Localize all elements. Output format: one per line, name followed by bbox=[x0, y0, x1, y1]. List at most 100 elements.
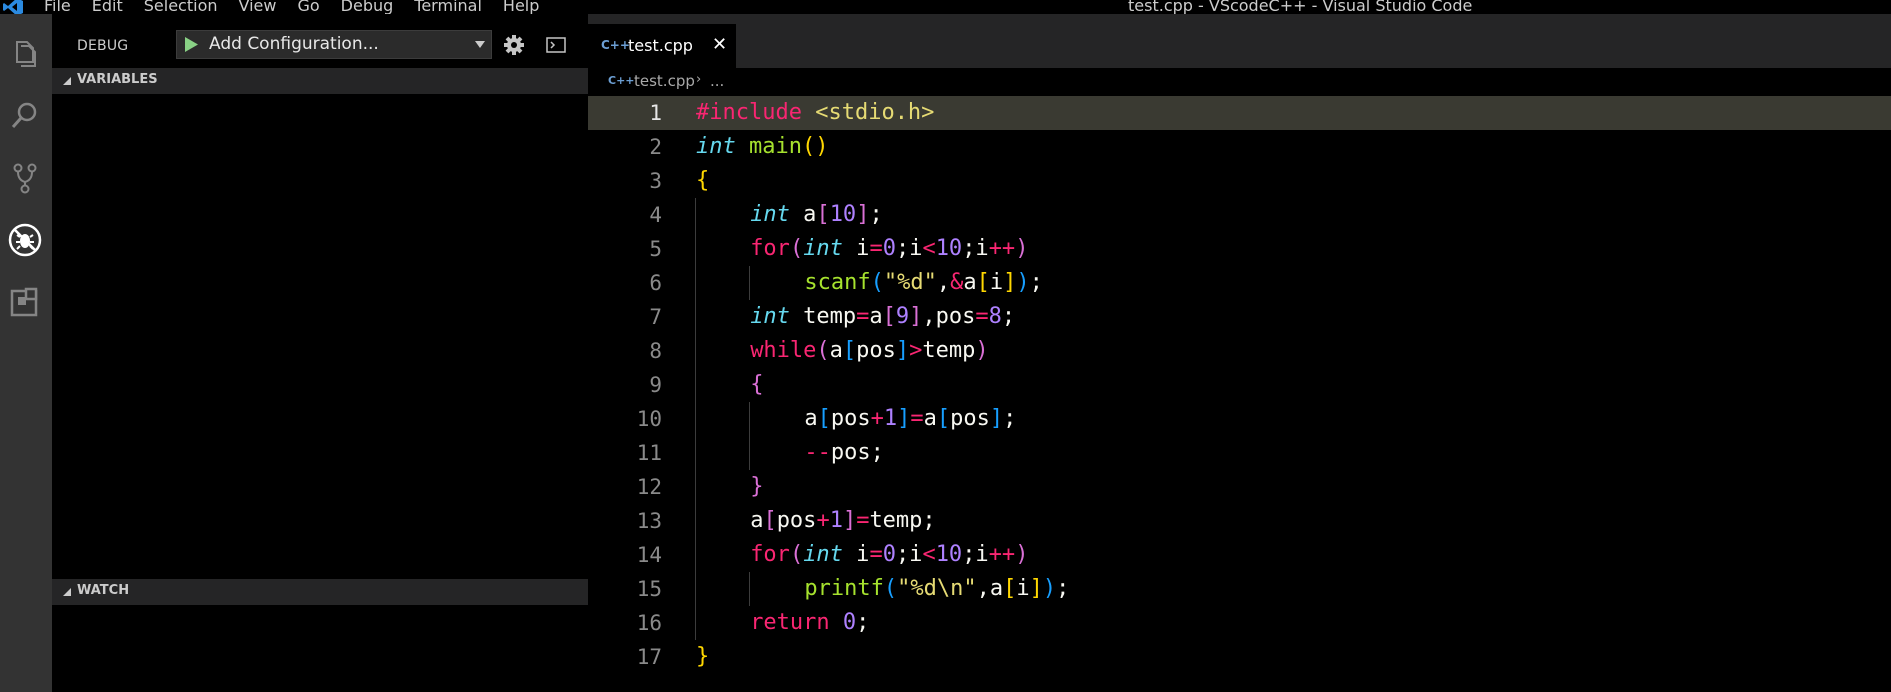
code-token: <stdio.h> bbox=[815, 100, 935, 125]
code-line[interactable]: 3{ bbox=[588, 164, 1891, 198]
menu-file[interactable]: File bbox=[44, 0, 71, 14]
code-token: pos; bbox=[830, 440, 884, 465]
code-token: [ bbox=[1003, 576, 1017, 601]
debug-sidebar: DEBUG Add Configuration... VARIABLES WAT… bbox=[52, 14, 588, 692]
code-line[interactable]: 12} bbox=[588, 470, 1891, 504]
menu-view[interactable]: View bbox=[239, 0, 277, 14]
code-token: pos bbox=[776, 508, 817, 533]
code-line[interactable]: 15 printf("%d\n",a[i]); bbox=[588, 572, 1891, 606]
variables-section-header[interactable]: VARIABLES bbox=[52, 68, 588, 94]
line-text: a[pos+1]=a[pos]; bbox=[804, 402, 1016, 436]
code-line[interactable]: 1 #include <stdio.h> bbox=[588, 96, 1891, 130]
code-token: int bbox=[803, 542, 843, 567]
code-line[interactable]: 8 while(a[pos]>temp) bbox=[588, 334, 1891, 368]
code-token: = bbox=[975, 304, 989, 329]
tab-test-cpp[interactable]: C++ test.cpp ✕ bbox=[588, 24, 736, 68]
code-token: [ bbox=[882, 304, 896, 329]
code-token: for bbox=[750, 236, 790, 261]
line-number: 1 bbox=[649, 101, 662, 125]
menu-help[interactable]: Help bbox=[503, 0, 539, 14]
code-line[interactable]: 17} bbox=[588, 640, 1891, 674]
start-debugging-icon[interactable] bbox=[183, 36, 199, 53]
code-line[interactable]: 6 scanf("%d",&a[i]); bbox=[588, 266, 1891, 300]
debug-configuration-select[interactable]: Add Configuration... bbox=[176, 30, 492, 59]
code-token: ;i bbox=[895, 236, 923, 261]
code-token: ; bbox=[1003, 406, 1017, 431]
close-icon[interactable]: ✕ bbox=[712, 34, 727, 55]
code-token: < bbox=[922, 236, 936, 261]
code-token: > bbox=[909, 338, 923, 363]
code-token: pos bbox=[950, 406, 990, 431]
code-token: + bbox=[870, 406, 884, 431]
indent-guide bbox=[749, 572, 751, 606]
code-token: -- bbox=[804, 440, 831, 465]
code-line[interactable]: 13 a[pos+1]=temp; bbox=[588, 504, 1891, 538]
line-text: int a[10]; bbox=[750, 198, 883, 232]
code-line[interactable]: 10 a[pos+1]=a[pos]; bbox=[588, 402, 1891, 436]
code-token: ;i bbox=[962, 236, 989, 261]
code-token: ] bbox=[1029, 576, 1043, 601]
code-token: ( bbox=[883, 576, 898, 601]
gear-icon[interactable] bbox=[503, 34, 525, 56]
breadcrumb-file[interactable]: test.cpp bbox=[634, 72, 695, 90]
code-token: ;i bbox=[895, 542, 923, 567]
menu-debug[interactable]: Debug bbox=[341, 0, 394, 14]
code-line[interactable]: 14 for(int i=0;i<10;i++) bbox=[588, 538, 1891, 572]
code-token: 10 bbox=[829, 202, 857, 227]
code-token: { bbox=[696, 168, 710, 193]
code-token: ++ bbox=[988, 542, 1016, 567]
line-text: a[pos+1]=temp; bbox=[750, 504, 935, 538]
source-control-icon[interactable] bbox=[7, 160, 43, 196]
code-line[interactable]: 2 int main() bbox=[588, 130, 1891, 164]
menu-terminal[interactable]: Terminal bbox=[414, 0, 482, 14]
code-token: 9 bbox=[895, 304, 910, 329]
code-token: #include bbox=[696, 100, 802, 125]
files-icon[interactable] bbox=[7, 36, 43, 72]
code-line[interactable]: 9{ bbox=[588, 368, 1891, 402]
extensions-icon[interactable] bbox=[7, 284, 43, 320]
code-token: { bbox=[750, 372, 764, 397]
code-line[interactable]: 11 --pos; bbox=[588, 436, 1891, 470]
window-title: test.cpp - VScodeC++ - Visual Studio Cod… bbox=[1128, 0, 1473, 14]
code-token: ] bbox=[856, 202, 870, 227]
indent-guide bbox=[749, 402, 751, 470]
code-token: a bbox=[750, 508, 764, 533]
code-line[interactable]: 4 int a[10]; bbox=[588, 198, 1891, 232]
debug-icon[interactable] bbox=[7, 222, 43, 258]
editor-area: C++ test.cpp ✕ C++ test.cpp › ... 1 #incl… bbox=[588, 14, 1891, 692]
code-line[interactable]: 7 int temp=a[9],pos=8; bbox=[588, 300, 1891, 334]
menu-go[interactable]: Go bbox=[297, 0, 319, 14]
watch-title: WATCH bbox=[77, 583, 130, 598]
line-text: { bbox=[696, 164, 709, 198]
line-text: --pos; bbox=[804, 436, 883, 470]
code-token: ; bbox=[1029, 270, 1043, 295]
code-token: ,a bbox=[976, 576, 1004, 601]
menu-bar: File Edit Selection View Go Debug Termin… bbox=[44, 0, 560, 14]
code-token: ) bbox=[1042, 576, 1057, 601]
code-token: ++ bbox=[988, 236, 1016, 261]
search-icon[interactable] bbox=[7, 98, 43, 134]
indent-guide bbox=[749, 266, 751, 300]
menu-edit[interactable]: Edit bbox=[92, 0, 123, 14]
watch-section-header[interactable]: WATCH bbox=[52, 579, 588, 605]
code-token: = bbox=[856, 508, 870, 533]
code-line[interactable]: 5 for(int i=0;i<10;i++) bbox=[588, 232, 1891, 266]
debug-console-icon[interactable] bbox=[546, 36, 566, 54]
breadcrumb-symbols[interactable]: ... bbox=[710, 72, 724, 90]
code-token: a bbox=[804, 406, 818, 431]
line-number: 9 bbox=[649, 373, 662, 397]
code-token: "%d" bbox=[883, 270, 937, 295]
line-text: { bbox=[750, 368, 763, 402]
code-token: int bbox=[696, 134, 736, 159]
menu-selection[interactable]: Selection bbox=[144, 0, 218, 14]
line-text: for(int i=0;i<10;i++) bbox=[750, 538, 1028, 572]
code-token: ) bbox=[1015, 542, 1029, 567]
code-token: scanf bbox=[804, 270, 871, 295]
code-token: pos bbox=[856, 338, 896, 363]
code-line[interactable]: 16 return 0; bbox=[588, 606, 1891, 640]
line-number: 16 bbox=[636, 611, 662, 635]
code-token: < bbox=[922, 542, 936, 567]
code-token: int bbox=[750, 202, 790, 227]
code-token: for bbox=[750, 542, 790, 567]
code-token: main bbox=[749, 134, 802, 159]
